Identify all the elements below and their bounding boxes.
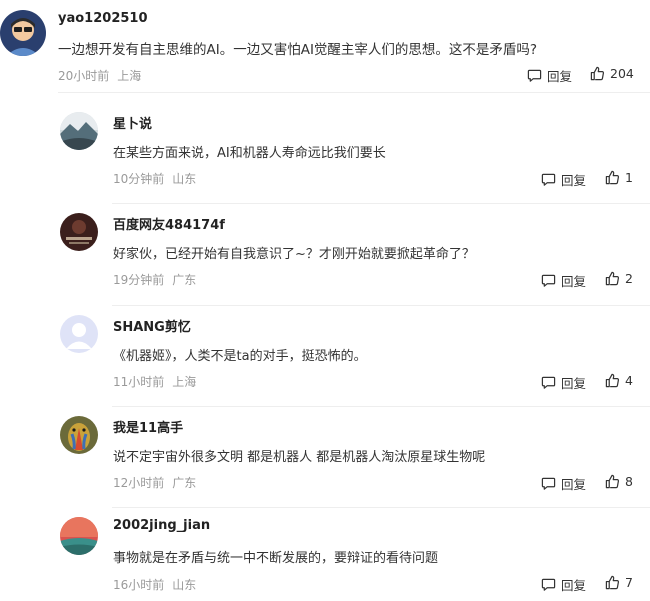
- like-count: 204: [610, 66, 634, 81]
- like-button[interactable]: 2: [605, 271, 633, 286]
- reply-button[interactable]: 回复: [527, 66, 572, 85]
- comment-meta: 19分钟前 广东: [113, 271, 196, 288]
- comment-text: 《机器姬》，人类不是ta的对手，挺恐怖的。: [113, 349, 367, 364]
- like-button[interactable]: 8: [605, 474, 633, 489]
- reply-button[interactable]: 回复: [541, 271, 586, 290]
- reply-item: 我是11高手 说不定宇宙外很多文明 都是机器人 都是机器人淘汰原星球生物呢 12…: [0, 406, 650, 507]
- reply-button[interactable]: 回复: [541, 575, 586, 594]
- reply-item: 百度网友484174f 好家伙，已经开始有自我意识了~？才刚开始就要掀起革命了？…: [0, 203, 650, 305]
- cartoon-avatar-icon[interactable]: [0, 10, 46, 56]
- like-count: 8: [625, 474, 633, 489]
- comment-text: 说不定宇宙外很多文明 都是机器人 都是机器人淘汰原星球生物呢: [113, 450, 486, 465]
- comment-bubble-icon: [541, 376, 556, 389]
- thumbs-up-icon: [590, 66, 605, 81]
- comment-bubble-icon: [541, 477, 556, 490]
- comment-time: 19分钟前: [113, 273, 165, 287]
- comment-location: 广东: [172, 476, 197, 490]
- like-count: 4: [625, 373, 633, 388]
- comment-meta: 20小时前 上海: [58, 67, 141, 84]
- username[interactable]: yao1202510: [58, 11, 148, 26]
- default-user-avatar-icon[interactable]: [60, 315, 98, 353]
- like-button[interactable]: 7: [605, 575, 633, 590]
- top-comment: yao1202510 一边想开发有自主思维的AI。一边又害怕AI觉醒主宰人们的思…: [0, 0, 650, 92]
- reply-item: 星卜说 在某些方面来说，AI和机器人寿命远比我们要长 10分钟前 山东 回复 1: [0, 102, 650, 203]
- thumbs-up-icon: [605, 373, 620, 388]
- comment-time: 10分钟前: [113, 172, 165, 186]
- like-count: 2: [625, 271, 633, 286]
- reply-item: 2002jing_jian 事物就是在矛盾与统一中不断发展的，要辩证的看待问题 …: [0, 507, 650, 601]
- reply-label: 回复: [561, 274, 587, 289]
- reply-button[interactable]: 回复: [541, 474, 586, 493]
- like-button[interactable]: 1: [605, 170, 633, 185]
- username[interactable]: 百度网友484174f: [113, 214, 225, 233]
- reply-label: 回复: [561, 578, 587, 593]
- comment-location: 山东: [172, 578, 197, 592]
- comment-time: 16小时前: [113, 578, 165, 592]
- mandrill-avatar-icon[interactable]: [60, 416, 98, 454]
- divider: [58, 92, 650, 93]
- thumbs-up-icon: [605, 271, 620, 286]
- reply-label: 回复: [561, 477, 587, 492]
- comment-meta: 16小时前 山东: [113, 576, 196, 593]
- username[interactable]: 我是11高手: [113, 417, 183, 436]
- comment-bubble-icon: [527, 69, 542, 82]
- sunset-avatar-icon[interactable]: [60, 517, 98, 555]
- reply-button[interactable]: 回复: [541, 373, 586, 392]
- comment-meta: 11小时前 上海: [113, 373, 196, 390]
- comment-meta: 10分钟前 山东: [113, 170, 196, 187]
- comment-bubble-icon: [541, 173, 556, 186]
- reply-label: 回复: [561, 173, 587, 188]
- comment-text: 一边想开发有自主思维的AI。一边又害怕AI觉醒主宰人们的思想。这不是矛盾吗?: [58, 42, 538, 58]
- comment-location: 上海: [172, 375, 197, 389]
- like-button[interactable]: 204: [590, 66, 634, 81]
- landscape-avatar-icon[interactable]: [60, 112, 98, 150]
- thumbs-up-icon: [605, 474, 620, 489]
- comment-location: 山东: [172, 172, 197, 186]
- comment-text: 事物就是在矛盾与统一中不断发展的，要辩证的看待问题: [113, 551, 439, 566]
- comment-bubble-icon: [541, 274, 556, 287]
- like-count: 1: [625, 170, 633, 185]
- dark-text-avatar-icon[interactable]: [60, 213, 98, 251]
- reply-button[interactable]: 回复: [541, 170, 586, 189]
- thumbs-up-icon: [605, 170, 620, 185]
- comment-location: 广东: [172, 273, 197, 287]
- like-button[interactable]: 4: [605, 373, 633, 388]
- comment-time: 20小时前: [58, 69, 110, 83]
- reply-item: SHANG剪忆 《机器姬》，人类不是ta的对手，挺恐怖的。 11小时前 上海 回复…: [0, 305, 650, 406]
- comment-text: 在某些方面来说，AI和机器人寿命远比我们要长: [113, 146, 386, 161]
- comment-location: 上海: [117, 69, 142, 83]
- username[interactable]: 2002jing_jian: [113, 518, 210, 533]
- reply-label: 回复: [561, 376, 587, 391]
- comment-time: 11小时前: [113, 375, 165, 389]
- reply-label: 回复: [547, 69, 573, 84]
- username[interactable]: 星卜说: [113, 113, 152, 132]
- username[interactable]: SHANG剪忆: [113, 316, 191, 335]
- comment-text: 好家伙，已经开始有自我意识了~？才刚开始就要掀起革命了？: [113, 247, 475, 262]
- comment-bubble-icon: [541, 578, 556, 591]
- like-count: 7: [625, 575, 633, 590]
- comment-meta: 12小时前 广东: [113, 474, 196, 491]
- thumbs-up-icon: [605, 575, 620, 590]
- comment-time: 12小时前: [113, 476, 165, 490]
